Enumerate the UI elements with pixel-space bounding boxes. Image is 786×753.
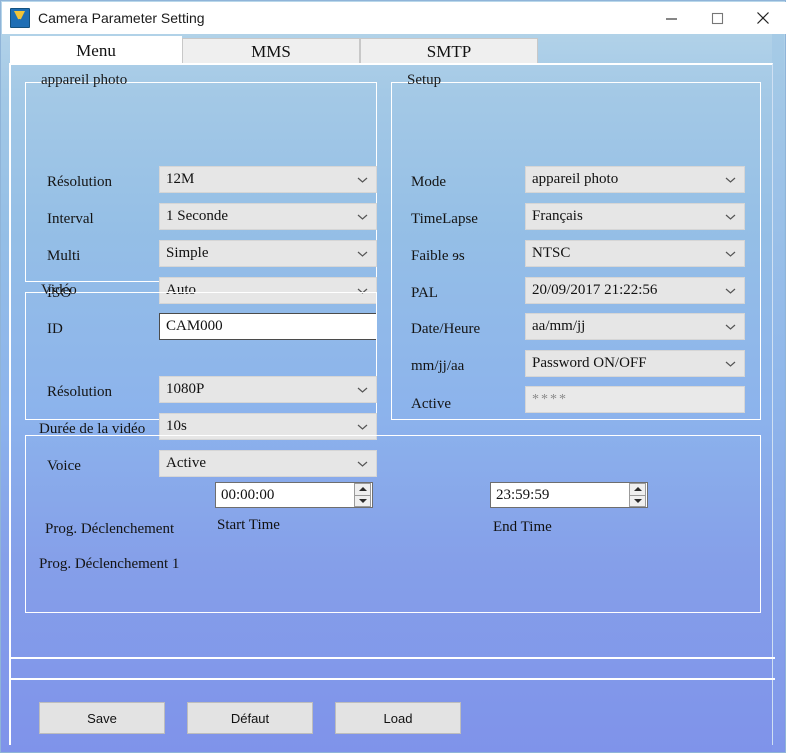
spinner-start-time-buttons[interactable]	[354, 483, 371, 507]
save-button-label: Save	[87, 710, 117, 726]
spinner-down-icon[interactable]	[355, 496, 370, 507]
tab-mms-label: MMS	[251, 41, 291, 61]
header-start-time: Start Time	[217, 517, 280, 533]
spinner-start-time[interactable]: 00:00:00	[215, 482, 373, 508]
app-icon	[10, 8, 30, 28]
combo-setup-timelapse[interactable]: Français	[525, 203, 745, 230]
chevron-down-icon	[357, 213, 368, 220]
chevron-down-icon	[725, 360, 736, 367]
combo-setup-faible[interactable]: NTSC	[525, 240, 745, 267]
combo-photo-multi-value: Simple	[166, 245, 209, 261]
label-setup-pal: PAL	[411, 285, 438, 301]
tab-menu[interactable]: Menu	[10, 36, 182, 64]
combo-setup-pal[interactable]: 20/09/2017 21:22:56	[525, 277, 745, 304]
label-setup-active: Active	[411, 396, 451, 412]
chevron-down-icon	[357, 423, 368, 430]
default-button[interactable]: Défaut	[187, 702, 313, 734]
combo-setup-mode[interactable]: appareil photo	[525, 166, 745, 193]
label-photo-multi: Multi	[47, 248, 81, 264]
combo-video-resolution-value: 1080P	[166, 381, 205, 397]
maximize-icon[interactable]	[694, 2, 740, 34]
combo-photo-interval[interactable]: 1 Seconde	[159, 203, 377, 230]
spinner-end-time[interactable]: 23:59:59	[490, 482, 648, 508]
combo-photo-resolution[interactable]: 12M	[159, 166, 377, 193]
combo-video-resolution[interactable]: 1080P	[159, 376, 377, 403]
header-end-time: End Time	[493, 519, 552, 535]
window-right-frame	[772, 34, 784, 751]
client-area: appareil photo Résolution 12M Interval 1…	[9, 63, 775, 745]
combo-setup-password-onoff[interactable]: Password ON/OFF	[525, 350, 745, 377]
chevron-down-icon	[725, 250, 736, 257]
spinner-up-icon[interactable]	[355, 484, 370, 496]
combo-setup-faible-value: NTSC	[532, 245, 571, 261]
tab-mms[interactable]: MMS	[182, 38, 360, 64]
input-password[interactable]: ****	[525, 386, 745, 413]
combo-setup-dateheure-value: aa/mm/jj	[532, 318, 586, 334]
divider-upper	[11, 657, 775, 659]
label-video-resolution: Résolution	[47, 384, 113, 400]
camera-parameter-window: Camera Parameter Setting Menu MMS SMTP a…	[0, 0, 786, 753]
tab-strip: Menu MMS SMTP	[2, 34, 786, 64]
spinner-start-time-value: 00:00:00	[221, 486, 275, 503]
group-setup-title: Setup	[407, 72, 442, 88]
combo-photo-multi[interactable]: Simple	[159, 240, 377, 267]
chevron-down-icon	[725, 213, 736, 220]
combo-setup-mode-value: appareil photo	[532, 171, 619, 187]
label-photo-resolution: Résolution	[47, 174, 113, 190]
chevron-down-icon	[357, 176, 368, 183]
chevron-down-icon	[357, 250, 368, 257]
label-setup-dateformat: mm/jj/aa	[411, 358, 465, 374]
chevron-down-icon	[357, 386, 368, 393]
load-button[interactable]: Load	[335, 702, 461, 734]
label-photo-interval: Interval	[47, 211, 94, 227]
label-schedule-row-1: Prog. Déclenchement 1	[39, 556, 180, 572]
tab-menu-label: Menu	[76, 40, 116, 60]
combo-setup-password-onoff-value: Password ON/OFF	[532, 355, 647, 371]
label-setup-mode: Mode	[411, 174, 446, 190]
combo-video-duration-value: 10s	[166, 418, 187, 434]
chevron-down-icon	[725, 287, 736, 294]
save-button[interactable]: Save	[39, 702, 165, 734]
minimize-icon[interactable]	[648, 2, 694, 34]
spinner-up-icon[interactable]	[630, 484, 645, 496]
label-setup-faible: Faible ɘs	[411, 248, 465, 264]
window-controls	[648, 2, 786, 34]
group-video-title: Vidéo	[41, 282, 77, 298]
spinner-down-icon[interactable]	[630, 496, 645, 507]
label-setup-dateheure: Date/Heure	[411, 321, 481, 337]
spinner-end-time-value: 23:59:59	[496, 486, 550, 503]
tab-smtp[interactable]: SMTP	[360, 38, 538, 64]
input-password-value: ****	[532, 391, 568, 407]
combo-setup-pal-value: 20/09/2017 21:22:56	[532, 282, 658, 298]
combo-setup-timelapse-value: Français	[532, 208, 583, 224]
combo-photo-interval-value: 1 Seconde	[166, 208, 229, 224]
default-button-label: Défaut	[230, 710, 270, 726]
combo-setup-dateheure[interactable]: aa/mm/jj	[525, 313, 745, 340]
group-appareil-photo-title: appareil photo	[41, 72, 128, 88]
label-setup-timelapse: TimeLapse	[411, 211, 478, 227]
spinner-end-time-buttons[interactable]	[629, 483, 646, 507]
title-bar: Camera Parameter Setting	[2, 2, 786, 34]
combo-photo-resolution-value: 12M	[166, 171, 195, 187]
chevron-down-icon	[725, 176, 736, 183]
tab-smtp-label: SMTP	[426, 41, 472, 61]
chevron-down-icon	[725, 323, 736, 330]
load-button-label: Load	[383, 710, 413, 726]
divider-lower	[11, 678, 775, 680]
label-schedule-title: Prog. Déclenchement	[45, 521, 175, 537]
close-icon[interactable]	[740, 2, 786, 34]
window-title: Camera Parameter Setting	[38, 10, 205, 26]
